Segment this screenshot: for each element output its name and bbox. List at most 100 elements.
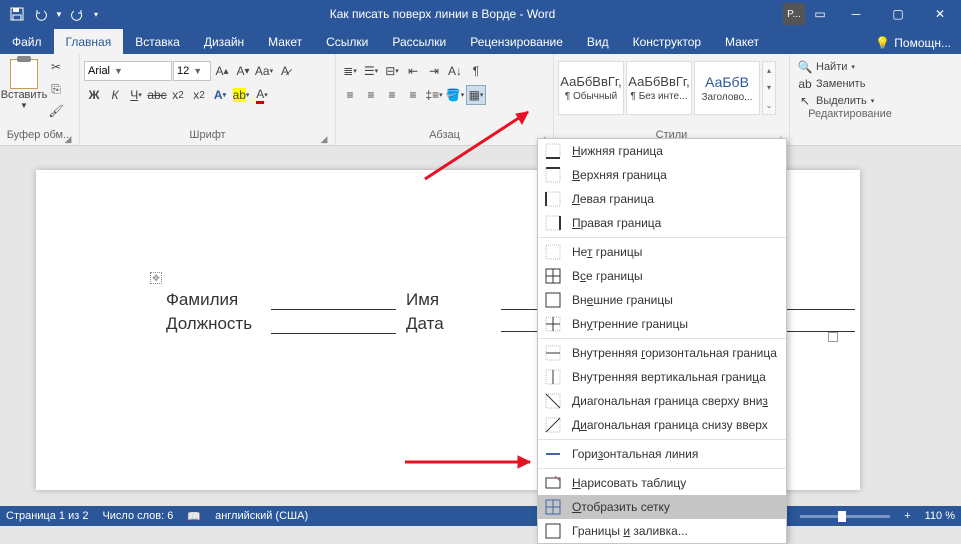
border-inside-h[interactable]: Внутренняя горизонтальная граница xyxy=(538,341,786,365)
status-lang[interactable]: английский (США) xyxy=(215,510,308,522)
border-left[interactable]: Левая граница xyxy=(538,187,786,211)
group-editing-label: Редактирование xyxy=(794,108,906,124)
align-center[interactable]: ≡ xyxy=(361,85,381,105)
justify[interactable]: ≡ xyxy=(403,85,423,105)
qat-save[interactable] xyxy=(6,3,28,25)
bold-button[interactable]: Ж xyxy=(84,85,104,105)
shading-button[interactable]: 🪣▾ xyxy=(445,85,465,105)
user-initial[interactable]: P... xyxy=(783,3,805,25)
tab-layout2[interactable]: Макет xyxy=(713,29,771,54)
borders-dropdown: Нижняя граница Верхняя граница Левая гра… xyxy=(537,138,787,544)
tab-mailings[interactable]: Рассылки xyxy=(380,29,458,54)
replace-button[interactable]: abЗаменить xyxy=(794,77,906,91)
dec-indent[interactable]: ⇤ xyxy=(403,61,423,81)
clear-format[interactable]: A̷ xyxy=(275,61,295,81)
zoom-level[interactable]: 110 % xyxy=(925,510,955,522)
tab-constructor[interactable]: Конструктор xyxy=(621,29,713,54)
border-bottom[interactable]: Нижняя граница xyxy=(538,139,786,163)
tell-me[interactable]: 💡Помощн... xyxy=(869,36,961,54)
border-right[interactable]: Правая граница xyxy=(538,211,786,235)
borders-button[interactable]: ▦▾ xyxy=(466,85,486,105)
numbering-button[interactable]: ☰▾ xyxy=(361,61,381,81)
border-outside[interactable]: Внешние границы xyxy=(538,288,786,312)
qat-undo-dropdown[interactable]: ▼ xyxy=(54,3,64,25)
change-case[interactable]: Aa▾ xyxy=(254,61,274,81)
align-left[interactable]: ≡ xyxy=(340,85,360,105)
strike-button[interactable]: abc xyxy=(147,85,167,105)
border-top[interactable]: Верхняя граница xyxy=(538,163,786,187)
subscript-button[interactable]: x2 xyxy=(168,85,188,105)
text-effects[interactable]: A▾ xyxy=(210,85,230,105)
style-nospacing[interactable]: АаБбВвГг,¶ Без инте... xyxy=(626,61,692,115)
line-spacing[interactable]: ‡≡▾ xyxy=(424,85,444,105)
draw-table[interactable]: Нарисовать таблицу xyxy=(538,471,786,495)
grow-font[interactable]: A▴ xyxy=(212,61,232,81)
window-title: Как писать поверх линии в Ворде - Word xyxy=(102,7,783,21)
qat-redo[interactable] xyxy=(66,3,88,25)
show-marks[interactable]: ¶ xyxy=(466,61,486,81)
font-name-combo[interactable]: Arial▼ xyxy=(84,61,172,81)
border-none[interactable]: Нет границы xyxy=(538,240,786,264)
border-inside-v[interactable]: Внутренняя вертикальная граница xyxy=(538,365,786,389)
horizontal-line[interactable]: Горизонтальная линия xyxy=(538,442,786,466)
group-clipboard-label: Буфер обм...◢ xyxy=(4,129,75,145)
font-size-combo[interactable]: 12▼ xyxy=(173,61,211,81)
highlight-button[interactable]: ab▾ xyxy=(231,85,251,105)
ribbon-display-btn[interactable]: ▭ xyxy=(809,3,831,25)
format-painter[interactable]: 🖌 xyxy=(46,101,66,121)
border-inside[interactable]: Внутренние границы xyxy=(538,312,786,336)
close-button[interactable]: ✕ xyxy=(919,0,961,28)
sort-button[interactable]: A↓ xyxy=(445,61,465,81)
align-right[interactable]: ≡ xyxy=(382,85,402,105)
font-color[interactable]: A▾ xyxy=(252,85,272,105)
font-dialog[interactable]: ◢ xyxy=(319,134,329,144)
underline-button[interactable]: Ч▾ xyxy=(126,85,146,105)
view-gridlines[interactable]: Отобразить сетку xyxy=(538,495,786,519)
qat-customize[interactable]: ▾ xyxy=(90,3,102,25)
copy-button[interactable]: ⎘ xyxy=(46,79,66,99)
border-all[interactable]: Все границы xyxy=(538,264,786,288)
style-heading1[interactable]: АаБбВЗаголово... xyxy=(694,61,760,115)
table-handle[interactable] xyxy=(828,332,838,342)
border-diag-down[interactable]: Диагональная граница сверху вниз xyxy=(538,389,786,413)
status-page[interactable]: Страница 1 из 2 xyxy=(6,510,88,522)
style-normal[interactable]: АаБбВвГг,¶ Обычный xyxy=(558,61,624,115)
paste-button[interactable]: Вставить ▼ xyxy=(4,57,44,123)
inc-indent[interactable]: ⇥ xyxy=(424,61,444,81)
multilevel-button[interactable]: ⊟▾ xyxy=(382,61,402,81)
line-position[interactable] xyxy=(271,316,396,334)
label-date: Дата xyxy=(406,314,458,334)
tab-file[interactable]: Файл xyxy=(0,29,54,54)
borders-shading[interactable]: Границы и заливка... xyxy=(538,519,786,543)
border-diag-up[interactable]: Диагональная граница снизу вверх xyxy=(538,413,786,437)
line-lastname[interactable] xyxy=(271,292,396,310)
qat-undo[interactable] xyxy=(30,3,52,25)
bulb-icon: 💡 xyxy=(875,36,890,50)
zoom-in[interactable]: + xyxy=(904,510,910,522)
select-button[interactable]: ↖Выделить▾ xyxy=(794,94,906,108)
cut-button[interactable]: ✂ xyxy=(46,57,66,77)
tab-insert[interactable]: Вставка xyxy=(123,29,192,54)
bullets-button[interactable]: ≣▾ xyxy=(340,61,360,81)
find-icon: 🔍 xyxy=(798,60,812,74)
status-spellcheck[interactable]: 📖 xyxy=(187,510,201,523)
zoom-slider[interactable] xyxy=(800,515,890,518)
status-words[interactable]: Число слов: 6 xyxy=(102,510,173,522)
form-table[interactable]: Фамилия Имя Должность Дата xyxy=(166,286,458,334)
clipboard-dialog[interactable]: ◢ xyxy=(63,134,73,144)
shrink-font[interactable]: A▾ xyxy=(233,61,253,81)
superscript-button[interactable]: x2 xyxy=(189,85,209,105)
tab-review[interactable]: Рецензирование xyxy=(458,29,575,54)
label-firstname: Имя xyxy=(406,290,458,310)
italic-button[interactable]: К xyxy=(105,85,125,105)
table-anchor[interactable]: ✥ xyxy=(150,272,162,284)
minimize-button[interactable]: ─ xyxy=(835,0,877,28)
styles-more[interactable]: ▴▾⌄ xyxy=(762,61,776,115)
tab-design[interactable]: Дизайн xyxy=(192,29,256,54)
tab-references[interactable]: Ссылки xyxy=(314,29,380,54)
tab-home[interactable]: Главная xyxy=(54,29,124,54)
maximize-button[interactable]: ▢ xyxy=(877,0,919,28)
tab-layout[interactable]: Макет xyxy=(256,29,314,54)
find-button[interactable]: 🔍Найти▾ xyxy=(794,60,906,74)
tab-view[interactable]: Вид xyxy=(575,29,621,54)
